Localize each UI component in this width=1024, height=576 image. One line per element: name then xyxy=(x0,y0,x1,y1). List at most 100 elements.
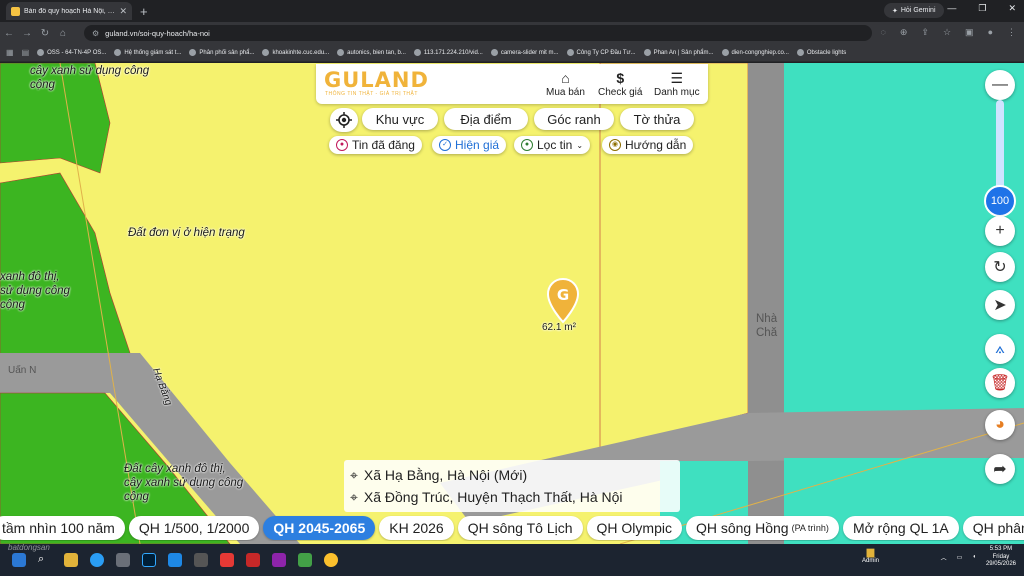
bookmark-star-icon[interactable]: ☆ xyxy=(943,27,951,38)
area-filter-button[interactable]: Khu vực xyxy=(362,108,438,130)
app-icon[interactable] xyxy=(168,553,182,567)
menu-button[interactable]: ☰ Danh mục xyxy=(654,69,700,98)
app-icon[interactable] xyxy=(272,553,286,567)
buy-sell-label: Mua bán xyxy=(546,87,585,98)
zoom-icon[interactable]: ⊕ xyxy=(900,27,908,38)
layer-tab[interactable]: QH Olympic xyxy=(586,516,682,540)
marker-area-label: 62.1 m² xyxy=(542,322,576,333)
navigate-button[interactable]: ➤ xyxy=(985,290,1015,320)
bookmark-item[interactable]: Phân phối sản phẩ... xyxy=(189,49,254,56)
photoshop-icon[interactable] xyxy=(142,553,156,567)
layer-label: KH 2026 xyxy=(389,520,444,536)
new-tab-icon[interactable]: + xyxy=(140,4,148,19)
guide-button[interactable]: ◉ Hướng dẫn xyxy=(602,136,694,154)
more-menu-icon[interactable]: ⋮ xyxy=(1007,27,1016,38)
measure-button[interactable]: ⟑ xyxy=(985,334,1015,364)
edge-icon[interactable] xyxy=(90,553,104,567)
bookmark-item[interactable]: Hệ thống giám sát t... xyxy=(114,49,181,56)
layer-tab[interactable]: KH 2026 xyxy=(379,516,454,540)
location-pin-icon[interactable]: G xyxy=(546,277,580,324)
layer-tab[interactable]: QH phân l xyxy=(962,516,1024,540)
browser-tab[interactable]: Bản đồ quy hoạch Hà Nội, tra c... ✕ xyxy=(6,2,132,20)
layer-tab[interactable]: QH 1/500, 1/2000 xyxy=(128,516,260,540)
search-icon[interactable]: ⌕ xyxy=(38,553,52,567)
planning-layer-tabs: tầm nhìn 100 năm QH 1/500, 1/2000 QH 204… xyxy=(0,515,1024,541)
home-icon[interactable]: ⌂ xyxy=(54,28,72,39)
volume-icon[interactable]: ◖ xyxy=(972,554,976,560)
app-icon[interactable] xyxy=(116,553,130,567)
bookmark-label: dien-congnghiep.co... xyxy=(731,49,789,56)
filter-news-dropdown[interactable]: ● Lọc tin ⌄ xyxy=(514,136,591,154)
minimize-icon[interactable]: — xyxy=(947,3,956,14)
url-bar[interactable]: ⚙ guland.vn/soi-quy-hoach/ha-noi xyxy=(84,25,872,41)
eye-off-icon[interactable]: ◌ xyxy=(881,27,886,38)
maximize-icon[interactable]: ❐ xyxy=(978,3,986,14)
guland-header: GULAND THÔNG TIN THẬT - GIÁ TRỊ THẬT ⌂ M… xyxy=(316,64,708,104)
site-info-icon[interactable]: ⚙ xyxy=(92,29,99,38)
bookmark-label: 113.171.224.210/vid... xyxy=(423,49,483,56)
bookmark-item[interactable]: camera-slider mit m... xyxy=(490,49,559,56)
back-icon[interactable]: ← xyxy=(0,28,18,39)
app-icon[interactable] xyxy=(220,553,234,567)
buy-sell-button[interactable]: ⌂ Mua bán xyxy=(546,69,585,98)
app-icon[interactable] xyxy=(246,553,260,567)
parcel-filter-button[interactable]: Tờ thửa xyxy=(620,108,694,130)
ask-gemini-button[interactable]: ✦ Hỏi Gemini xyxy=(884,3,944,18)
close-window-icon[interactable]: ✕ xyxy=(1008,3,1016,14)
bookmark-item[interactable]: khoakinhte.cuc.edu... xyxy=(262,49,329,56)
chrome-icon[interactable] xyxy=(324,553,338,567)
address-old-text: Xã Đồng Trúc, Huyện Thạch Thất, Hà Nội xyxy=(363,489,623,505)
bookmark-label: khoakinhte.cuc.edu... xyxy=(272,49,330,56)
bookmark-item[interactable]: Phan An | Sản phẩm... xyxy=(643,49,714,56)
close-tab-icon[interactable]: ✕ xyxy=(119,6,127,17)
clock[interactable]: 5:53 PM Friday 29/05/2026 xyxy=(986,546,1016,569)
layer-tab[interactable]: QH sông Tô Lịch xyxy=(457,516,583,540)
refresh-button[interactable]: ↻ xyxy=(985,252,1015,282)
profile-icon[interactable]: ● xyxy=(988,27,993,38)
windows-start-icon[interactable] xyxy=(12,553,26,567)
layer-tab[interactable]: Mở rộng QL 1A xyxy=(842,516,959,540)
share-button[interactable]: ➦ xyxy=(985,454,1015,484)
palette-icon: ◕ xyxy=(995,416,1005,433)
map-style-button[interactable]: ◕ xyxy=(985,410,1015,440)
place-filter-button[interactable]: Địa điểm xyxy=(444,108,528,130)
show-price-toggle[interactable]: ✓ Hiện giá xyxy=(432,136,507,154)
layer-tab-active[interactable]: QH 2045-2065 xyxy=(263,516,376,540)
tab-title: Bản đồ quy hoạch Hà Nội, tra c... xyxy=(24,7,116,15)
reload-icon[interactable]: ↻ xyxy=(36,28,54,39)
extensions-icon[interactable]: ▣ xyxy=(965,27,974,38)
bookmark-item[interactable]: Obstacle lights xyxy=(796,49,846,56)
zoom-in-button[interactable]: + xyxy=(985,216,1015,246)
share-icon[interactable]: ⇪ xyxy=(921,27,929,38)
zoom-level-indicator[interactable]: 100 xyxy=(984,185,1016,217)
tab-search-icon[interactable]: ▤ xyxy=(22,48,30,57)
guland-logo[interactable]: GULAND xyxy=(324,68,429,92)
zoom-slider[interactable] xyxy=(996,100,1004,190)
bookmark-item[interactable]: dien-congnghiep.co... xyxy=(721,49,789,56)
delete-button[interactable]: 🗑 xyxy=(985,368,1015,398)
layer-tab[interactable]: tầm nhìn 100 năm xyxy=(0,516,125,540)
desktop-user[interactable]: ▆ Admin xyxy=(862,547,879,564)
forward-icon[interactable]: → xyxy=(18,28,36,39)
file-explorer-icon[interactable] xyxy=(64,553,78,567)
address-new-text: Xã Hạ Bằng, Hà Nội (Mới) xyxy=(363,467,528,483)
check-price-button[interactable]: $ Check giá xyxy=(598,69,642,98)
bookmark-item[interactable]: autonics, bien tan, b... xyxy=(337,49,406,56)
bookmark-item[interactable]: Công Ty CP Đầu Tư... xyxy=(566,49,636,56)
posted-listings-toggle[interactable]: ● Tin đã đăng xyxy=(329,136,422,154)
apps-icon[interactable]: ▦ xyxy=(6,48,14,57)
my-location-button[interactable] xyxy=(330,108,358,132)
bookmark-item[interactable]: 113.171.224.210/vid... xyxy=(413,49,483,56)
tray-chevron-icon[interactable]: ︿ xyxy=(941,553,947,562)
network-icon[interactable]: ▭ xyxy=(957,554,963,561)
boundary-filter-button[interactable]: Góc ranh xyxy=(534,108,614,130)
poi-label: Uấn N xyxy=(8,365,37,376)
bookmark-label: Công Ty CP Đầu Tư... xyxy=(576,49,636,56)
zoom-out-button[interactable]: — xyxy=(985,70,1015,100)
layer-tab[interactable]: QH sông Hồng (PA trình) xyxy=(685,516,839,540)
logo-slogan: THÔNG TIN THẬT - GIÁ TRỊ THẬT xyxy=(325,91,418,97)
bookmark-favicon-icon xyxy=(643,49,651,56)
app-icon[interactable] xyxy=(194,553,208,567)
bookmark-item[interactable]: OSS - 64-TN-4P OS... xyxy=(37,49,106,56)
app-icon[interactable] xyxy=(298,553,312,567)
